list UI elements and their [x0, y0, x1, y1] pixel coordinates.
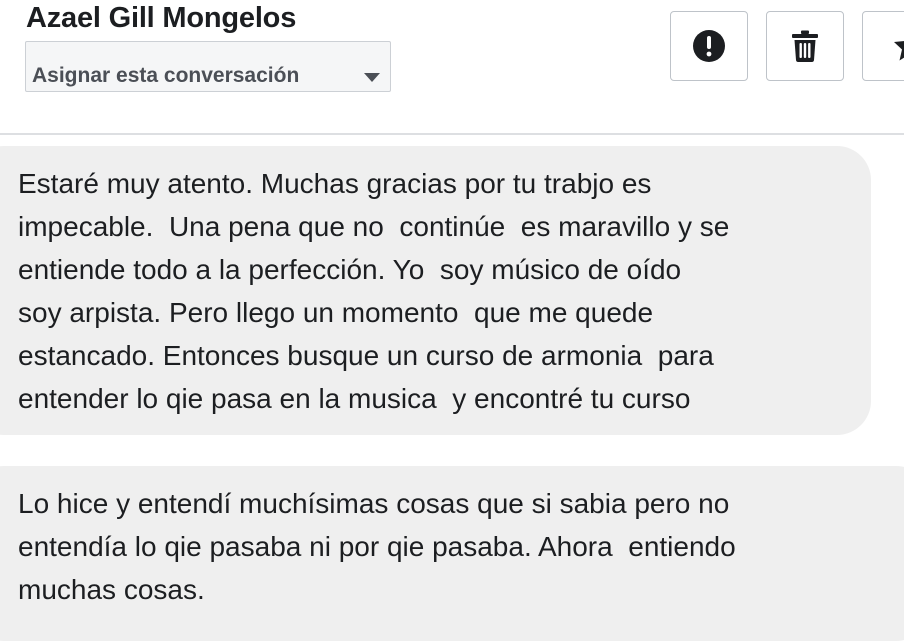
star-button[interactable]	[862, 11, 904, 81]
delete-button[interactable]	[766, 11, 844, 81]
conversation-header: Azael Gill Mongelos Asignar esta convers…	[0, 0, 904, 134]
message-thread: Estaré muy atento. Muchas gracias por tu…	[0, 135, 904, 641]
trash-icon	[792, 30, 818, 62]
exclamation-circle-icon	[693, 30, 725, 62]
star-icon	[894, 41, 904, 61]
assign-conversation-dropdown[interactable]: Asignar esta conversación	[25, 41, 391, 92]
caret-down-icon	[364, 73, 380, 82]
message-bubble[interactable]: Estaré muy atento. Muchas gracias por tu…	[0, 146, 871, 435]
contact-name[interactable]: Azael Gill Mongelos	[26, 2, 296, 35]
assign-dropdown-label: Asignar esta conversación	[32, 64, 300, 87]
message-bubble[interactable]: Lo hice y entendí muchísimas cosas que s…	[0, 466, 904, 641]
report-button[interactable]	[670, 11, 748, 81]
